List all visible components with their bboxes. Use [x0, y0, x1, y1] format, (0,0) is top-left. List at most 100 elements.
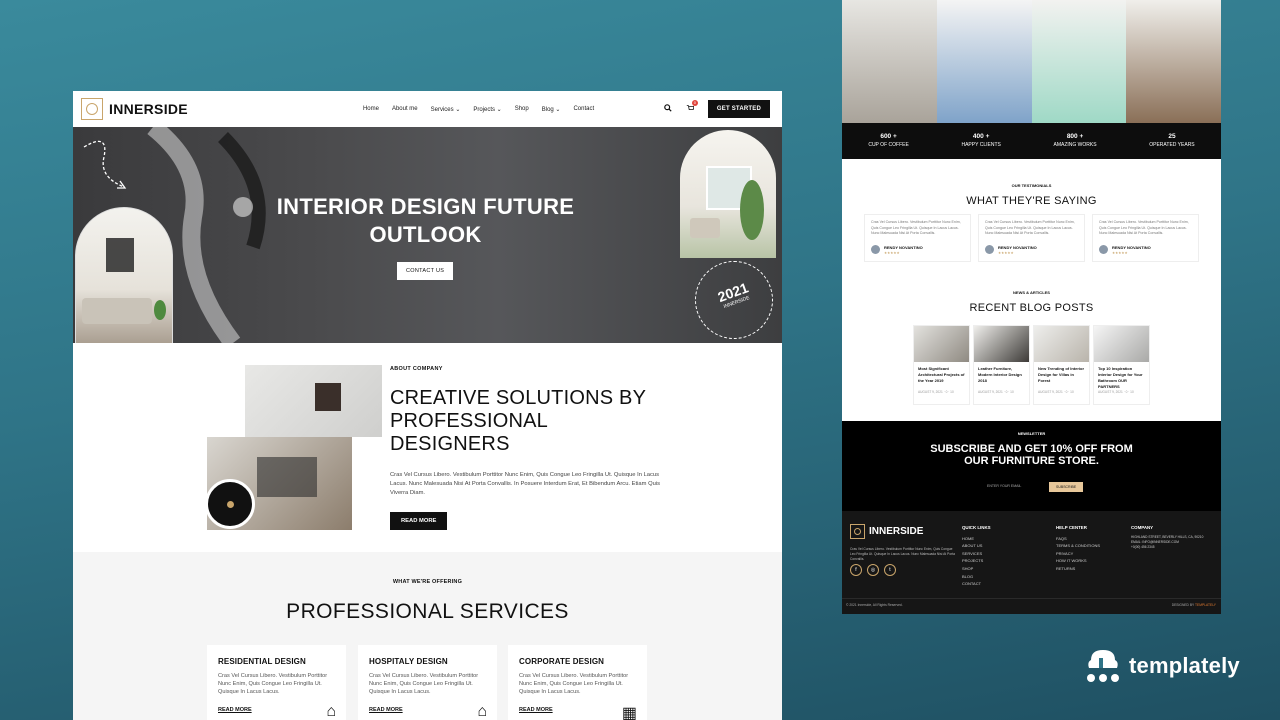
designed-by-label: DESIGNED BY	[1171, 603, 1195, 607]
newsletter-heading: SUBSCRIBE AND GET 10% OFF FROM OUR FURNI…	[930, 443, 1133, 467]
footer-logo-text[interactable]: INNERSIDE	[869, 526, 923, 537]
cart-count-badge: 0	[691, 100, 698, 106]
newsletter-email-input[interactable]: ENTER YOUR EMAIL	[987, 484, 1021, 488]
blog-date: AUGUST 9, 2021 · 0 · 10	[1038, 390, 1074, 394]
stat-item: 800 + AMAZING WORKS	[1053, 133, 1097, 148]
testimonial-card: Cras Vel Cursus Libero. Vestibulum Portt…	[864, 214, 971, 262]
quick-links: QUICK LINKS HOME ABOUT US SERVICES PROJE…	[962, 524, 991, 588]
dashed-arrow-icon	[83, 140, 127, 189]
service-read-more-link[interactable]: READ MORE	[218, 707, 252, 713]
footer-link[interactable]: BLOG	[962, 573, 991, 581]
service-card: HOSPITALY DESIGN Cras Vel Cursus Libero.…	[358, 645, 497, 720]
footer-link[interactable]: HOME	[962, 535, 991, 543]
house-icon: ⌂	[477, 703, 487, 720]
stat-item: 25 OPERATED YEARS	[1149, 133, 1195, 148]
about-heading: CREATIVE SOLUTIONS BY PROFESSIONAL DESIG…	[390, 387, 646, 455]
blog-title: Leather Furniture, Modern Interior Desig…	[978, 366, 1022, 383]
footer-link[interactable]: TERMS & CONDITIONS	[1056, 542, 1100, 550]
living-room-arch-image	[75, 207, 173, 343]
facebook-icon[interactable]: f	[850, 564, 862, 576]
templately-brand: templately	[1085, 646, 1240, 686]
service-card: RESIDENTIAL DESIGN Cras Vel Cursus Liber…	[207, 645, 346, 720]
company-phone[interactable]: +0(00) 456 2345	[1131, 545, 1216, 550]
company-info: COMPANY HIGHLAND STREET, BEVERLY HILLS, …	[1131, 524, 1216, 550]
footer-link[interactable]: CONTACT	[962, 580, 991, 588]
testimonials-heading: WHAT THEY'RE SAYING	[966, 195, 1097, 207]
footer-link[interactable]: HOW IT WORKS	[1056, 557, 1100, 565]
blog-card[interactable]: Leather Furniture, Modern Interior Desig…	[973, 325, 1030, 405]
blog-card[interactable]: Top 10 Inspiration Interior Design for Y…	[1093, 325, 1150, 405]
blog-tag: NEWS & ARTICLES	[1013, 290, 1050, 295]
newsletter-section: NEWSLETTER SUBSCRIBE AND GET 10% OFF FRO…	[842, 421, 1221, 511]
contact-us-button[interactable]: CONTACT US	[397, 262, 454, 280]
homepage-preview-main: INNERSIDE Home About me Services ⌄ Proje…	[73, 91, 782, 720]
nav-home[interactable]: Home	[363, 106, 379, 113]
gallery-image	[842, 0, 937, 123]
service-card: CORPORATE DESIGN Cras Vel Cursus Libero.…	[508, 645, 647, 720]
rating-stars: ★★★★★	[884, 251, 900, 255]
testimonial-text: Cras Vel Cursus Libero. Vestibulum Portt…	[871, 220, 961, 235]
blog-date: AUGUST 9, 2021 · 0 · 10	[1098, 390, 1134, 394]
service-title: CORPORATE DESIGN	[519, 657, 605, 666]
nav-shop[interactable]: Shop	[515, 106, 529, 113]
rating-stars: ★★★★★	[1112, 251, 1128, 255]
hero-banner: INTERIOR DESIGN FUTURE OUTLOOK CONTACT U…	[73, 127, 782, 343]
project-gallery	[842, 0, 1221, 123]
help-center-title: HELP CENTER	[1056, 525, 1087, 530]
service-title: RESIDENTIAL DESIGN	[218, 657, 306, 666]
logo-icon[interactable]	[81, 98, 103, 120]
about-tag: ABOUT COMPANY	[390, 366, 443, 372]
logo-text[interactable]: INNERSIDE	[109, 101, 188, 117]
blog-card[interactable]: Most Significant Architectural Projects …	[913, 325, 970, 405]
cart-icon[interactable]: 0	[686, 100, 698, 114]
play-video-icon[interactable]	[205, 479, 255, 529]
about-body: Cras Vel Cursus Libero. Vestibulum Portt…	[390, 472, 661, 496]
service-body: Cras Vel Cursus Libero. Vestibulum Portt…	[218, 673, 328, 695]
nav-blog[interactable]: Blog ⌄	[542, 106, 561, 113]
services-heading: PROFESSIONAL SERVICES	[286, 600, 569, 623]
testimonial-text: Cras Vel Cursus Libero. Vestibulum Portt…	[985, 220, 1075, 235]
testimonial-name: RENDY NOVANTINO	[884, 245, 923, 250]
navbar: INNERSIDE Home About me Services ⌄ Proje…	[73, 91, 782, 127]
rating-stars: ★★★★★	[998, 251, 1014, 255]
footer-link[interactable]: SHOP	[962, 565, 991, 573]
services-tag: WHAT WE'RE OFFERING	[392, 579, 463, 585]
blog-title: Top 10 Inspiration Interior Design for Y…	[1098, 366, 1143, 389]
footer-link[interactable]: SERVICES	[962, 550, 991, 558]
search-icon[interactable]	[664, 104, 672, 114]
stat-item: 400 + HAPPY CLIENTS	[961, 133, 1001, 148]
gallery-image	[1031, 0, 1127, 123]
nav-about[interactable]: About me	[392, 106, 418, 113]
about-read-more-button[interactable]: READ MORE	[390, 512, 448, 530]
blog-image	[914, 326, 969, 362]
footer-link[interactable]: PRIVACY	[1056, 550, 1100, 558]
service-read-more-link[interactable]: READ MORE	[519, 707, 553, 713]
blog-card[interactable]: New Trending of Interior Design for Vill…	[1033, 325, 1090, 405]
twitter-icon[interactable]: t	[884, 564, 896, 576]
service-body: Cras Vel Cursus Libero. Vestibulum Portt…	[369, 673, 479, 695]
quick-links-title: QUICK LINKS	[962, 525, 991, 530]
subscribe-button[interactable]: SUBSCRIBE	[1049, 482, 1084, 492]
templately-wordmark: templately	[1129, 653, 1240, 678]
company-address: HIGHLAND STREET, BEVERLY HILLS, CA, 9021…	[1131, 534, 1204, 539]
stats-bar: 600 + CUP OF COFFEE 400 + HAPPY CLIENTS 80…	[842, 123, 1221, 159]
building-icon: ▦	[621, 705, 637, 720]
blog-heading: RECENT BLOG POSTS	[969, 302, 1094, 314]
get-started-button[interactable]: GET STARTED	[707, 100, 770, 118]
newsletter-tag: NEWSLETTER	[1017, 431, 1046, 436]
nav-contact[interactable]: Contact	[573, 106, 594, 113]
designer-link[interactable]: TEMPLATELY	[1195, 603, 1216, 607]
service-read-more-link[interactable]: READ MORE	[369, 707, 403, 713]
nav-menu: Home About me Services ⌄ Projects ⌄ Shop…	[363, 106, 594, 113]
nav-services[interactable]: Services ⌄	[431, 106, 461, 113]
footer-link[interactable]: ABOUT US	[962, 542, 991, 550]
bedroom-arch-image	[680, 130, 776, 258]
help-center: HELP CENTER FAQS TERMS & CONDITIONS PRIV…	[1056, 524, 1100, 573]
footer-logo-icon[interactable]	[850, 524, 865, 539]
footer-link[interactable]: FAQS	[1056, 535, 1100, 543]
blog-title: New Trending of Interior Design for Vill…	[1038, 366, 1085, 383]
instagram-icon[interactable]: ◎	[867, 564, 879, 576]
nav-projects[interactable]: Projects ⌄	[473, 106, 501, 113]
footer-link[interactable]: PROJECTS	[962, 557, 991, 565]
footer-link[interactable]: RETURNS	[1056, 565, 1100, 573]
